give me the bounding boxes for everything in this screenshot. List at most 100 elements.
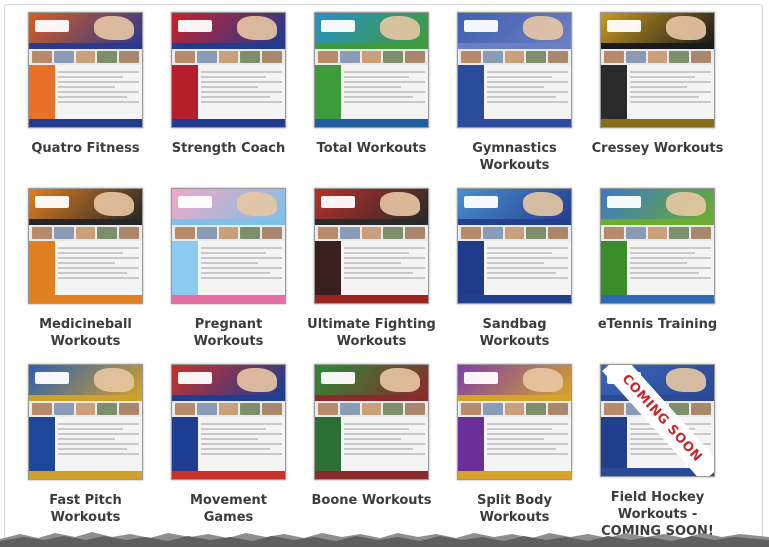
site-thumbnail[interactable] [171,12,286,128]
thumbnail-photo-strip [601,401,714,417]
photo-icon [237,16,277,40]
photo-icon [237,368,277,392]
photo-icon [666,16,706,40]
site-thumbnail[interactable] [171,364,286,480]
thumbnail-body [172,417,285,471]
site-card-total-workouts[interactable]: Total Workouts [300,12,443,188]
site-label[interactable]: Total Workouts [300,140,443,157]
site-label[interactable]: Split Body Workouts [443,492,586,526]
thumbnail-footer [29,471,142,479]
site-card-sandbag-workouts[interactable]: Sandbag Workouts [443,188,586,364]
thumbnail-footer [458,471,571,479]
logo-icon [321,20,355,32]
thumbnail-footer [29,119,142,127]
logo-icon [464,196,498,208]
site-thumbnail[interactable] [457,188,572,304]
logo-icon [607,20,641,32]
site-label[interactable]: Strength Coach [157,140,300,157]
site-card-strength-coach[interactable]: Strength Coach [157,12,300,188]
site-card-gymnastics-workouts[interactable]: Gymnastics Workouts [443,12,586,188]
site-thumbnail[interactable] [314,188,429,304]
thumbnail-photo-strip [172,401,285,417]
thumbnail-footer [601,468,714,476]
site-thumbnail[interactable] [28,188,143,304]
site-label[interactable]: Fast Pitch Workouts [14,492,157,526]
thumbnail-header [601,13,714,43]
thumbnail-body [29,241,142,295]
thumbnail-footer [315,295,428,303]
thumbnail-header [172,13,285,43]
photo-icon [94,16,134,40]
thumbnail-footer [315,119,428,127]
photo-icon [94,368,134,392]
thumbnail-photo-strip [458,401,571,417]
site-thumbnail[interactable] [600,188,715,304]
thumbnail-body [601,241,714,295]
thumbnail-header [172,365,285,395]
site-label[interactable]: Quatro Fitness [14,140,157,157]
site-card-cressey-workouts[interactable]: Cressey Workouts [586,12,729,188]
thumbnail-body [172,241,285,295]
photo-icon [666,368,706,392]
logo-icon [607,372,641,384]
thumbnail-photo-strip [29,401,142,417]
site-label[interactable]: Sandbag Workouts [443,316,586,350]
site-thumbnail[interactable] [457,364,572,480]
site-label[interactable]: Ultimate Fighting Workouts [300,316,443,350]
thumbnail-photo-strip [315,401,428,417]
logo-icon [321,196,355,208]
logo-icon [178,372,212,384]
site-card-fast-pitch-workouts[interactable]: Fast Pitch Workouts [14,364,157,540]
site-card-pregnant-workouts[interactable]: Pregnant Workouts [157,188,300,364]
site-label[interactable]: Pregnant Workouts [157,316,300,350]
thumbnail-photo-strip [458,49,571,65]
site-card-medicineball-workouts[interactable]: Medicineball Workouts [14,188,157,364]
thumbnail-footer [458,119,571,127]
thumbnail-body [458,417,571,471]
site-card-split-body-workouts[interactable]: Split Body Workouts [443,364,586,540]
thumbnail-footer [315,471,428,479]
photo-icon [380,16,420,40]
photo-icon [523,368,563,392]
thumbnail-body [601,65,714,119]
logo-icon [178,20,212,32]
site-card-boone-workouts[interactable]: Boone Workouts [300,364,443,540]
site-card-quatro-fitness[interactable]: Quatro Fitness [14,12,157,188]
site-thumbnail[interactable] [28,12,143,128]
site-label[interactable]: Boone Workouts [300,492,443,509]
logo-icon [607,196,641,208]
photo-icon [523,192,563,216]
site-card-field-hockey-workouts-coming-soon[interactable]: COMING SOON Field Hockey Workouts - COMIN… [586,364,729,540]
thumbnail-body [315,417,428,471]
site-thumbnail[interactable] [171,188,286,304]
thumbnail-photo-strip [29,49,142,65]
thumbnail-body [29,65,142,119]
site-thumbnail[interactable] [28,364,143,480]
site-label[interactable]: Gymnastics Workouts [443,140,586,174]
site-thumbnail[interactable] [314,364,429,480]
logo-icon [35,372,69,384]
site-card-movement-games[interactable]: Movement Games [157,364,300,540]
site-card-etennis-training[interactable]: eTennis Training [586,188,729,364]
thumbnail-body [315,241,428,295]
thumbnail-header [601,365,714,395]
site-label[interactable]: Medicineball Workouts [14,316,157,350]
thumbnail-photo-strip [172,225,285,241]
site-label[interactable]: Movement Games [157,492,300,526]
photo-icon [237,192,277,216]
site-label[interactable]: eTennis Training [586,316,729,333]
site-thumbnail[interactable]: COMING SOON [600,364,715,477]
site-card-ultimate-fighting-workouts[interactable]: Ultimate Fighting Workouts [300,188,443,364]
thumbnail-header [458,189,571,219]
logo-icon [35,20,69,32]
thumbnail-body [458,65,571,119]
site-thumbnail[interactable] [314,12,429,128]
site-thumbnail[interactable] [600,12,715,128]
logo-icon [321,372,355,384]
logo-icon [464,372,498,384]
thumbnail-photo-strip [458,225,571,241]
photo-icon [380,192,420,216]
site-thumbnail[interactable] [457,12,572,128]
site-label[interactable]: Cressey Workouts [586,140,729,157]
thumbnail-header [601,189,714,219]
